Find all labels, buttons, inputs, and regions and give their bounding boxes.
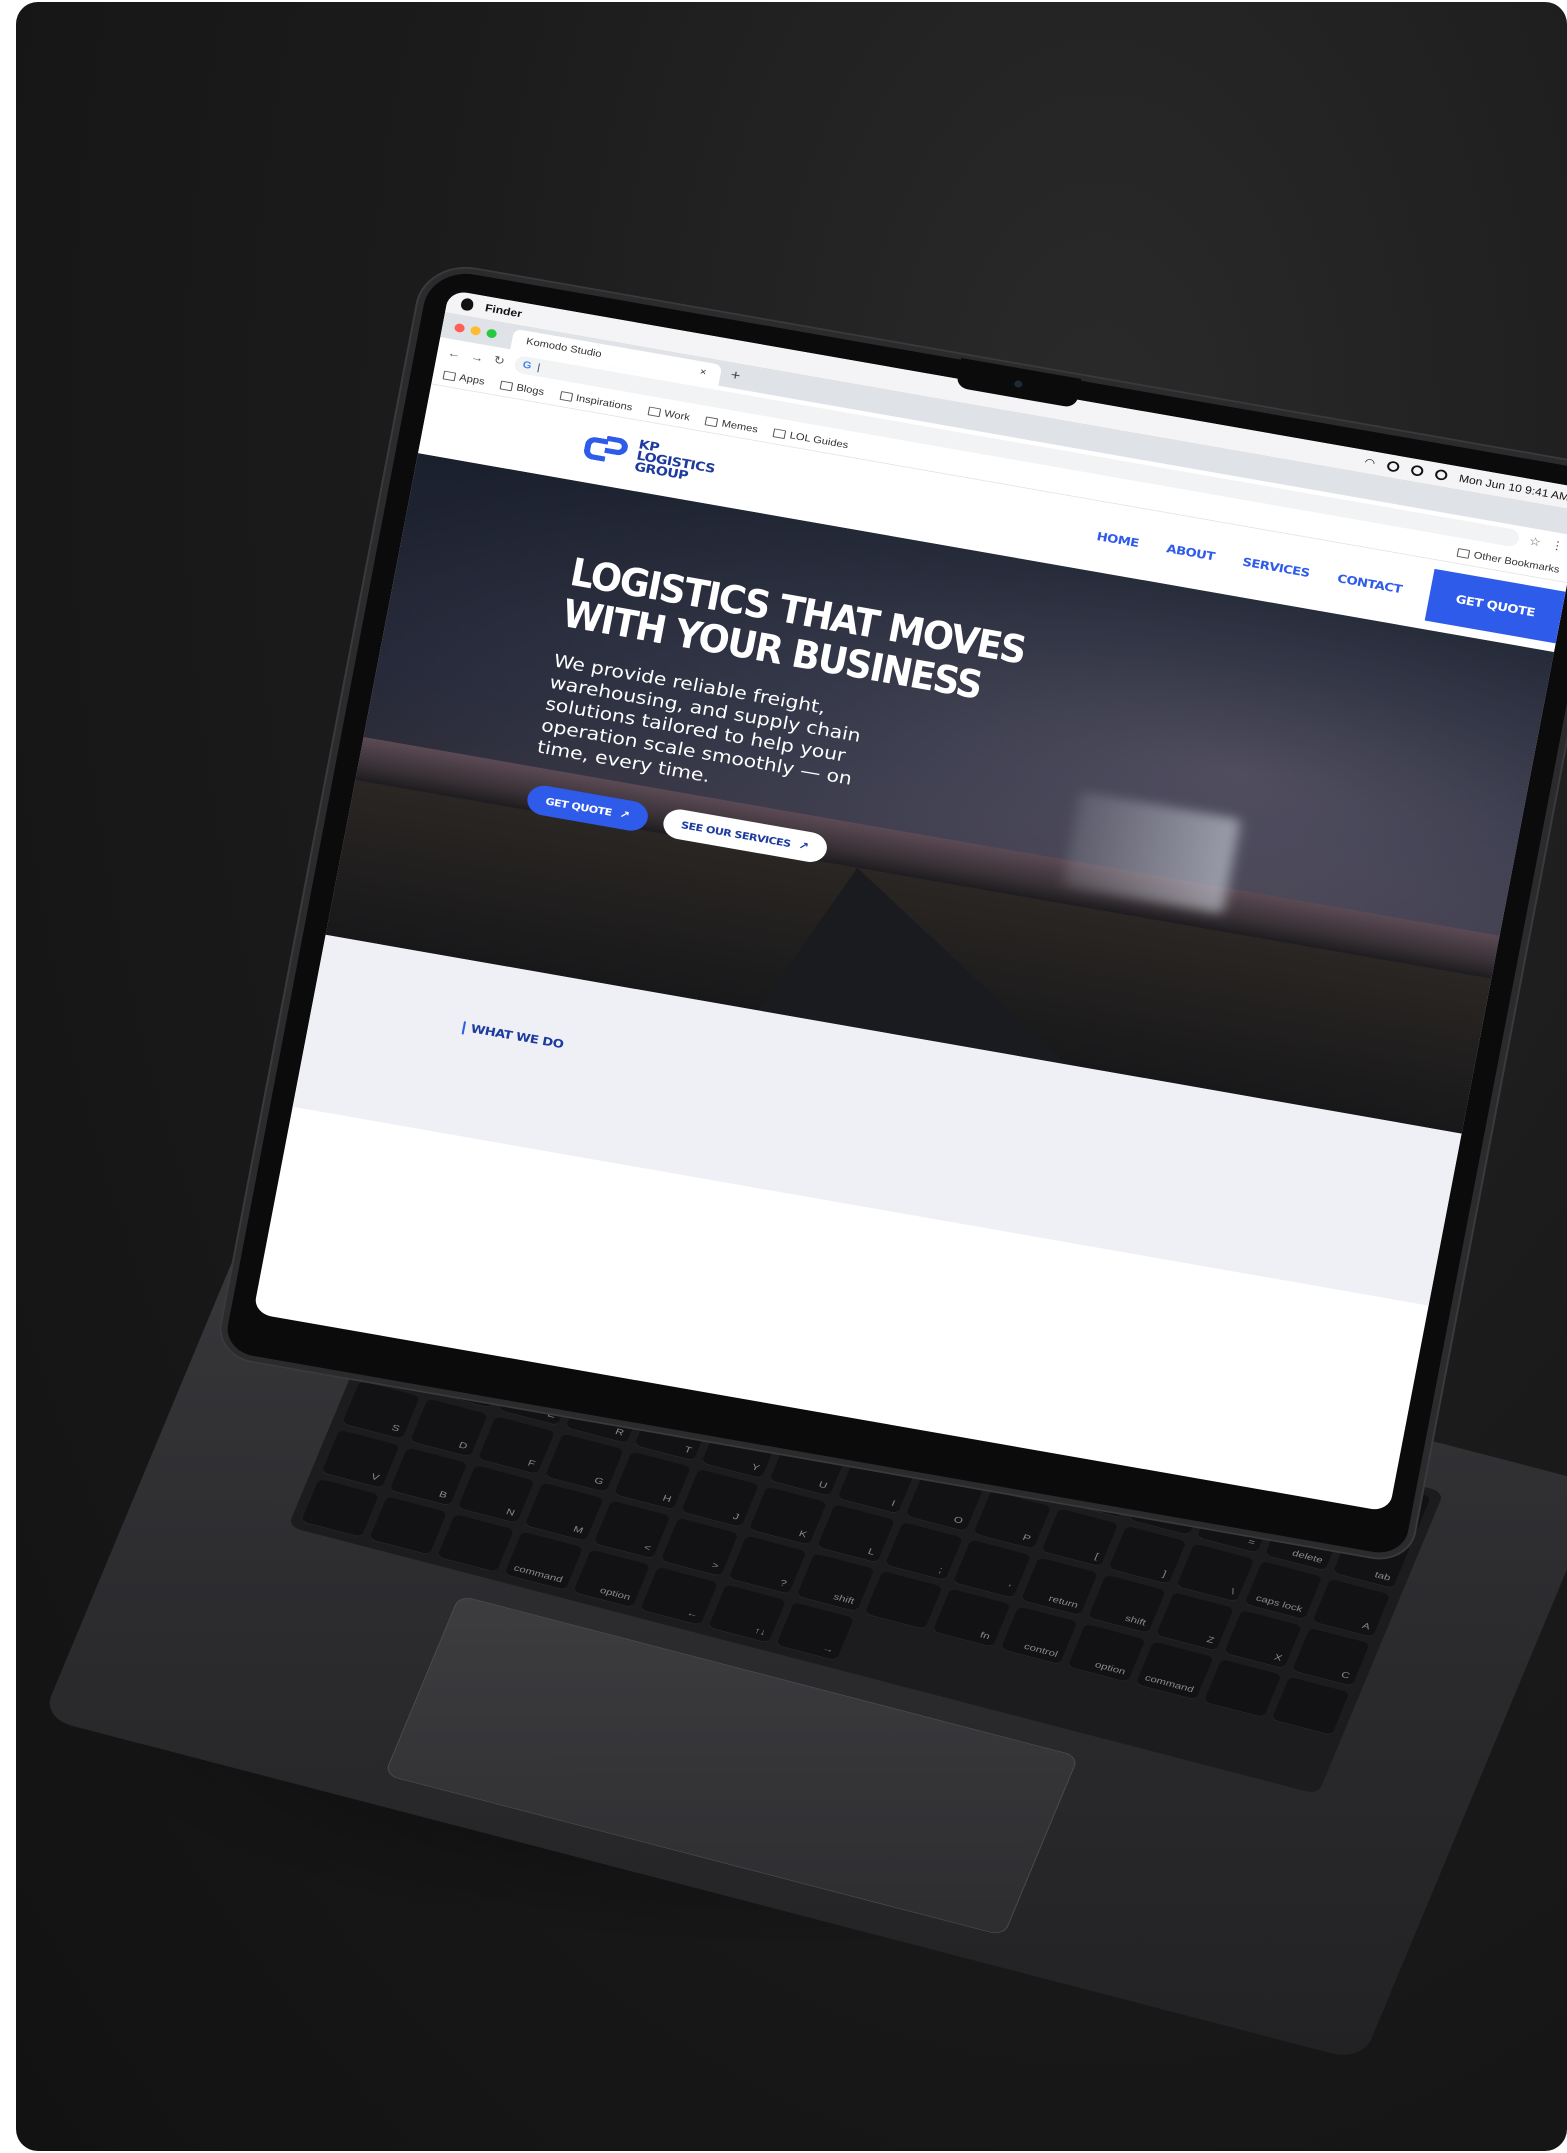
apple-icon[interactable] xyxy=(460,297,475,312)
laptop-lid: Finder ◠ Mon Jun 10 9:41 AM Komodo Studi… xyxy=(223,267,1567,1558)
folder-icon xyxy=(442,370,457,382)
bookmark-item[interactable]: Memes xyxy=(704,416,759,435)
keyboard-key[interactable]: O xyxy=(905,1473,983,1532)
section-label: WHAT WE DO xyxy=(461,1021,565,1052)
keyboard-key[interactable]: ] xyxy=(1108,1525,1187,1585)
keyboard-key[interactable]: [ xyxy=(1040,1508,1119,1568)
keyboard-key[interactable]: caps lock xyxy=(1244,1561,1323,1621)
keyboard-key[interactable]: command xyxy=(504,1531,583,1591)
keyboard-key[interactable] xyxy=(368,1496,447,1556)
folder-icon xyxy=(704,416,719,428)
nav-item-contact[interactable]: CONTACT xyxy=(1336,572,1403,596)
nav-item-about[interactable]: ABOUT xyxy=(1165,542,1215,563)
keyboard-key[interactable]: \ xyxy=(1176,1543,1255,1603)
menu-app-name[interactable]: Finder xyxy=(484,302,523,320)
keyboard-key[interactable]: ? xyxy=(728,1535,807,1595)
search-icon[interactable] xyxy=(1386,460,1401,473)
keyboard-key[interactable] xyxy=(436,1514,515,1573)
arrow-up-right-icon: ↗ xyxy=(618,807,631,822)
keyboard-key[interactable]: command xyxy=(1135,1641,1214,1701)
keyboard-key[interactable]: M xyxy=(524,1482,604,1542)
keyboard-key[interactable]: X xyxy=(1224,1610,1302,1670)
keyboard-key[interactable] xyxy=(864,1570,943,1630)
keyboard-key[interactable]: H xyxy=(613,1451,692,1511)
keyboard-key[interactable]: return xyxy=(1020,1557,1099,1617)
keyboard-key[interactable] xyxy=(301,1478,379,1538)
logo-mark-icon xyxy=(582,432,632,469)
keyboard-key[interactable]: L xyxy=(816,1504,895,1564)
keyboard-key[interactable] xyxy=(1271,1676,1350,1736)
address-value: | xyxy=(536,362,542,374)
keyboard-key[interactable]: S xyxy=(341,1380,420,1440)
control-center-icon[interactable] xyxy=(1434,468,1449,482)
user-icon[interactable] xyxy=(1410,464,1425,477)
keyboard-key[interactable]: ' xyxy=(952,1539,1031,1599)
keyboard-key[interactable]: > xyxy=(660,1518,739,1577)
close-window-button[interactable] xyxy=(453,322,466,334)
forward-icon[interactable]: → xyxy=(470,349,485,364)
mockup-frame: esc1234567890-=deletetabQWERTYUIOP[]\cap… xyxy=(16,2,1567,2151)
logo-text: KP LOGISTICS GROUP xyxy=(633,437,717,483)
folder-icon xyxy=(559,391,573,402)
star-icon[interactable]: ☆ xyxy=(1528,534,1542,550)
keyboard-key[interactable]: K xyxy=(749,1486,827,1546)
keyboard-key[interactable]: N xyxy=(456,1465,535,1524)
folder-icon xyxy=(499,380,514,392)
screen: Finder ◠ Mon Jun 10 9:41 AM Komodo Studi… xyxy=(253,289,1567,1512)
minimize-window-button[interactable] xyxy=(469,325,482,336)
keyboard-key[interactable]: ; xyxy=(884,1522,963,1581)
keyboard-key[interactable]: → xyxy=(776,1602,854,1662)
window-controls xyxy=(453,322,498,339)
keyboard-key[interactable]: B xyxy=(389,1447,467,1507)
nav-get-quote-button[interactable]: GET QUOTE xyxy=(1424,568,1566,644)
tab-close-icon[interactable]: × xyxy=(699,367,707,378)
folder-icon xyxy=(647,406,662,418)
keyboard-key[interactable]: ↑↓ xyxy=(708,1584,787,1644)
keyboard-key[interactable]: control xyxy=(999,1606,1078,1665)
site-logo[interactable]: KP LOGISTICS GROUP xyxy=(581,430,719,487)
bookmark-item[interactable]: Apps xyxy=(442,370,485,387)
keyboard-key[interactable]: ← xyxy=(640,1567,719,1626)
keyboard-key[interactable]: V xyxy=(321,1429,400,1489)
keyboard-key[interactable]: shift xyxy=(796,1553,875,1613)
nav-item-home[interactable]: HOME xyxy=(1096,530,1140,550)
keyboard-key[interactable]: option xyxy=(1067,1623,1146,1683)
keyboard-key[interactable]: D xyxy=(409,1398,488,1458)
keyboard-key[interactable]: fn xyxy=(932,1588,1010,1648)
arrow-up-right-icon: ↗ xyxy=(797,839,810,853)
wifi-icon[interactable]: ◠ xyxy=(1364,455,1377,469)
reload-icon[interactable]: ↻ xyxy=(493,353,506,369)
camera-icon xyxy=(1013,379,1024,389)
nav-item-services[interactable]: SERVICES xyxy=(1241,555,1310,580)
back-icon[interactable]: ← xyxy=(447,345,462,360)
bookmark-item[interactable]: Blogs xyxy=(499,380,545,398)
folder-icon xyxy=(1456,548,1471,559)
keyboard-key[interactable]: F xyxy=(477,1416,556,1475)
keyboard-key[interactable]: option xyxy=(572,1549,651,1609)
keyboard-key[interactable]: shift xyxy=(1088,1574,1166,1634)
keyboard-key[interactable]: < xyxy=(593,1500,671,1560)
keyboard-key[interactable]: P xyxy=(972,1490,1051,1550)
keyboard-key[interactable]: J xyxy=(681,1469,760,1528)
bookmark-item[interactable]: Work xyxy=(647,406,691,423)
folder-icon xyxy=(772,428,787,440)
keyboard-key[interactable]: A xyxy=(1312,1578,1391,1638)
new-tab-button[interactable]: + xyxy=(729,368,741,385)
keyboard-key[interactable]: Z xyxy=(1155,1592,1235,1652)
keyboard-key[interactable]: C xyxy=(1291,1627,1370,1687)
zoom-window-button[interactable] xyxy=(485,328,498,339)
keyboard-key[interactable] xyxy=(1203,1659,1282,1719)
menu-dots-icon[interactable]: ⋮ xyxy=(1550,538,1565,554)
keyboard-key[interactable]: G xyxy=(545,1433,624,1493)
google-icon: G xyxy=(521,359,533,372)
